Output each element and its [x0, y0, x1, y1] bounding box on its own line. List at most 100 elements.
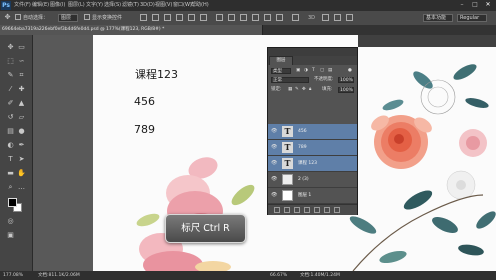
transform-controls-checkbox[interactable] [84, 14, 90, 20]
filter-toggle-icon[interactable]: ● [348, 67, 352, 74]
menu-window[interactable]: 窗口(W) [173, 1, 192, 10]
distribute-vcenter-icon[interactable] [228, 14, 235, 21]
distribute-right-icon[interactable] [276, 14, 283, 21]
adjustment-layer-icon[interactable] [304, 207, 310, 213]
auto-select-dropdown[interactable]: 图层 [58, 14, 78, 22]
lock-all-icon[interactable]: 🔒︎ [309, 86, 311, 93]
layer-style-icon[interactable] [284, 207, 290, 213]
layer-row-789[interactable]: 👁︎ T 789 [268, 140, 357, 156]
foreground-color-swatch[interactable] [8, 198, 17, 207]
layer-visibility-eye-icon[interactable]: 👁︎ [271, 129, 277, 134]
opacity-input[interactable]: 100% [338, 77, 354, 83]
gradient-icon[interactable]: ▤ [6, 127, 15, 136]
filter-smart-icon[interactable]: ▤ [328, 67, 332, 74]
lasso-icon[interactable]: ∽ [17, 57, 26, 66]
screen-mode-icon[interactable]: ▣ [6, 231, 15, 240]
3d-roll-icon[interactable] [334, 14, 341, 21]
layers-panel-titlebar[interactable] [268, 48, 357, 56]
quick-select-icon[interactable]: ✎ [6, 71, 15, 80]
auto-select-checkbox[interactable] [15, 14, 21, 20]
brush-icon[interactable]: ✐ [6, 99, 15, 108]
layer-visibility-eye-icon[interactable]: 👁︎ [271, 177, 277, 182]
new-group-icon[interactable] [314, 207, 320, 213]
distribute-hcenter-icon[interactable] [264, 14, 271, 21]
menu-layer[interactable]: 图层(L) [68, 1, 85, 10]
layer-visibility-eye-icon[interactable]: 👁︎ [271, 145, 277, 150]
quick-mask-icon[interactable]: ◎ [6, 217, 15, 226]
menu-image[interactable]: 图像(I) [50, 1, 65, 10]
layer-row-course-123[interactable]: 👁︎ T 课程 123 [268, 156, 357, 172]
menu-3d[interactable]: 3D(D) [140, 1, 155, 10]
layer-row-456[interactable]: 👁︎ T 456 [268, 124, 357, 140]
filter-adjust-icon[interactable]: ◑ [304, 67, 308, 74]
menu-filter[interactable]: 滤镜(T) [122, 1, 139, 10]
move-icon[interactable]: ✥ [6, 43, 15, 52]
filter-shape-icon[interactable]: ▢ [320, 67, 324, 74]
align-right-icon[interactable] [200, 14, 207, 21]
marquee-icon[interactable]: ⬚ [6, 57, 15, 66]
distribute-bottom-icon[interactable] [240, 14, 247, 21]
menu-file[interactable]: 文件(F) [14, 1, 31, 10]
align-hcenter-icon[interactable] [188, 14, 195, 21]
auto-align-icon[interactable] [292, 14, 299, 21]
minimize-button[interactable]: – [456, 1, 468, 9]
pen-icon[interactable]: ✒ [17, 141, 26, 150]
layer-name[interactable]: 课程 123 [298, 160, 317, 167]
canvas-text-line-3[interactable]: 789 [134, 123, 155, 136]
layer-name[interactable]: 456 [298, 128, 307, 135]
layer-row-2-3[interactable]: 👁︎ 2 (3) [268, 172, 357, 188]
menu-type[interactable]: 文字(Y) [86, 1, 103, 10]
path-select-icon[interactable]: ➤ [17, 155, 26, 164]
type-icon[interactable]: T [6, 155, 15, 164]
fill-input[interactable]: 100% [338, 87, 354, 93]
eraser-icon[interactable]: ▱ [17, 113, 26, 122]
filter-pixel-icon[interactable]: ▣ [296, 67, 300, 74]
blur-icon[interactable]: ● [17, 127, 26, 136]
maximize-button[interactable]: □ [469, 1, 481, 9]
align-vcenter-icon[interactable] [152, 14, 159, 21]
blend-mode-dropdown[interactable]: 正常 [271, 77, 309, 83]
canvas-text-line-2[interactable]: 456 [134, 95, 155, 108]
workspace-dropdown[interactable]: 基本功能 [423, 14, 453, 22]
new-layer-icon[interactable] [324, 207, 330, 213]
distribute-top-icon[interactable] [216, 14, 223, 21]
dodge-icon[interactable]: ◐ [6, 141, 15, 150]
3d-rotate-icon[interactable] [322, 14, 329, 21]
link-layers-icon[interactable] [274, 207, 280, 213]
zoom-icon[interactable]: ⌕ [6, 183, 15, 192]
layer-row-layer-1[interactable]: 👁︎ 图层 1 [268, 188, 357, 204]
artboard-icon[interactable]: ▭ [17, 43, 26, 52]
3d-drag-icon[interactable] [346, 14, 353, 21]
delete-layer-icon[interactable] [334, 207, 340, 213]
layer-name[interactable]: 789 [298, 144, 307, 151]
align-bottom-icon[interactable] [164, 14, 171, 21]
eyedropper-icon[interactable]: ⁄ [6, 85, 15, 94]
lock-position-icon[interactable]: ✥ [302, 86, 306, 93]
healing-brush-icon[interactable]: ✚ [17, 85, 26, 94]
shape-icon[interactable]: ▬ [6, 169, 15, 178]
history-brush-icon[interactable]: ↺ [6, 113, 15, 122]
layer-name[interactable]: 图层 1 [298, 192, 311, 199]
status-zoom-left[interactable]: 177.08% [3, 272, 23, 279]
move-tool-icon[interactable]: ✥ [3, 13, 12, 22]
layer-name[interactable]: 2 (3) [298, 176, 309, 183]
layer-visibility-eye-icon[interactable]: 👁︎ [271, 193, 277, 198]
layers-tab[interactable]: 图层 [269, 56, 293, 65]
lock-paint-icon[interactable]: ✎ [295, 86, 299, 93]
add-mask-icon[interactable] [294, 207, 300, 213]
align-top-icon[interactable] [140, 14, 147, 21]
distribute-left-icon[interactable] [252, 14, 259, 21]
align-left-icon[interactable] [176, 14, 183, 21]
document-tab[interactable]: 69664eba7319a226ebf0ef3b4d6fe0d4.psd @ 1… [0, 25, 263, 35]
crop-icon[interactable]: ⌗ [17, 71, 26, 80]
menu-help[interactable]: 帮助(H) [191, 1, 209, 10]
layer-visibility-eye-icon[interactable]: 👁︎ [271, 161, 277, 166]
hand-icon[interactable]: ✋ [17, 169, 26, 178]
menu-select[interactable]: 选择(S) [104, 1, 121, 10]
mode-dropdown[interactable]: Regular [457, 14, 487, 22]
menu-edit[interactable]: 编辑(E) [32, 1, 49, 10]
more-tools-icon[interactable]: … [17, 183, 26, 192]
layer-filter-dropdown[interactable]: 类型 [271, 68, 291, 74]
canvas-text-line-1[interactable]: 课程123 [135, 68, 178, 81]
filter-type-icon[interactable]: T [312, 67, 315, 74]
